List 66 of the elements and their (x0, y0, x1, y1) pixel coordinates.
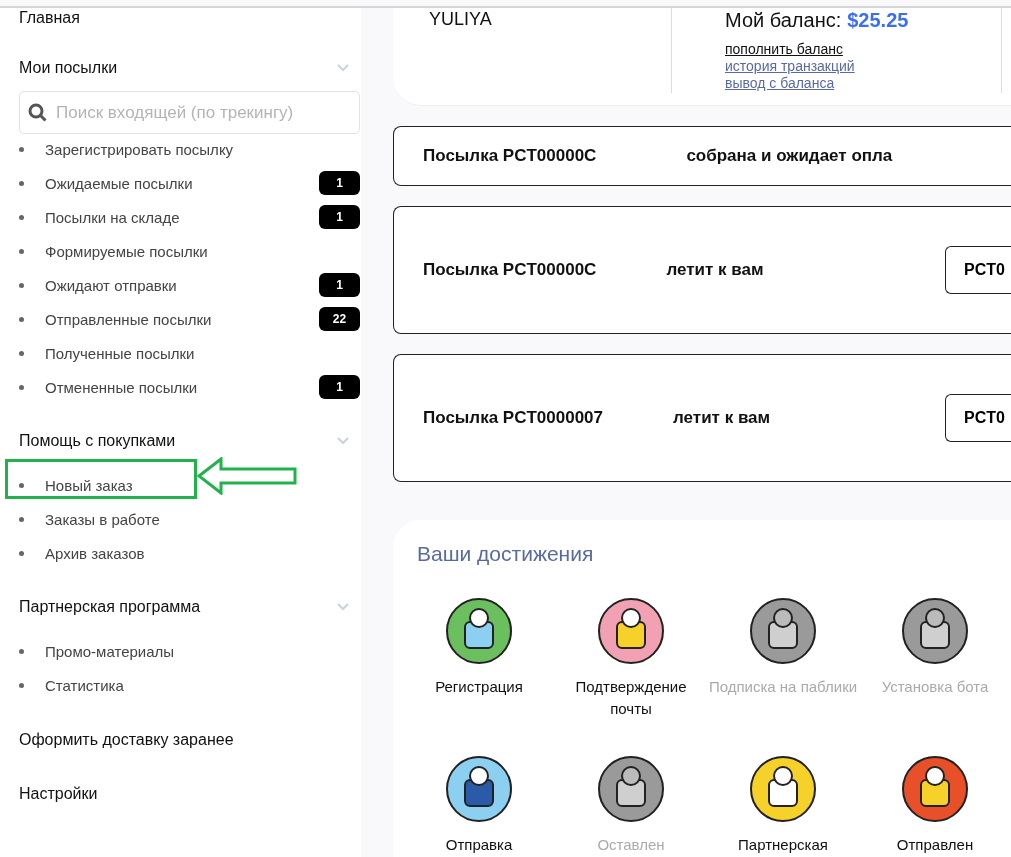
parcel-status: летит к вам (666, 260, 764, 280)
count-badge: 22 (319, 307, 360, 331)
bullet-icon (19, 282, 24, 288)
balance-label: Мой баланс: (725, 8, 842, 32)
section-title[interactable]: Партнерская программа (19, 598, 201, 616)
balance-link[interactable]: история транзакций (725, 58, 1001, 75)
parcel-button[interactable]: PCT0 (945, 394, 1011, 442)
balance-amount: $25.25 (847, 8, 909, 32)
chevron-icon[interactable] (337, 437, 349, 445)
count-badge: 1 (319, 205, 360, 229)
menu-item[interactable]: Формируемые посылки (45, 239, 360, 263)
menu-link[interactable]: Настройки (19, 785, 361, 803)
menu-item[interactable]: Заказы в работе (45, 507, 360, 531)
user-name: YULIYA (428, 8, 493, 31)
achievement-label: Подписка на паблики (708, 677, 858, 697)
search-icon (28, 103, 48, 123)
count-badge: 1 (319, 171, 360, 195)
bullet-icon (19, 180, 24, 186)
balance-link[interactable]: пополнить баланс (725, 41, 1001, 58)
section-title[interactable]: Мои посылки (19, 59, 118, 77)
menu-item[interactable]: Посылки на складе (45, 205, 319, 229)
bullet-icon (19, 316, 24, 322)
home-link[interactable]: Главная (19, 8, 361, 28)
menu-item[interactable]: Статистика (45, 673, 360, 697)
achievement-label: Партнерская (738, 835, 828, 855)
count-badge: 1 (319, 273, 360, 297)
bullet-icon (19, 550, 24, 556)
menu-item[interactable]: Отправленные посылки (45, 307, 319, 331)
menu-link[interactable]: Оформить доставку заранее (19, 731, 361, 749)
parcel-number: Посылка PCT00000C (423, 146, 597, 166)
achievements-title: Ваши достижения (417, 542, 595, 566)
achievement-label: Подтверждение почты (574, 677, 688, 719)
balance-link[interactable]: вывод с баланса (725, 75, 1001, 92)
achievement-label: Регистрация (435, 677, 523, 697)
bullet-icon (19, 682, 24, 688)
count-badge: 1 (319, 375, 360, 399)
parcel-status: летит к вам (673, 408, 771, 428)
achievement-label: Установка бота (881, 677, 989, 697)
menu-item[interactable]: Полученные посылки (45, 341, 360, 365)
section-title[interactable]: Помощь с покупками (19, 432, 176, 450)
menu-item[interactable]: Отмененные посылки (45, 375, 319, 399)
menu-item[interactable]: Зарегистрировать посылку (45, 137, 360, 161)
bullet-icon (19, 482, 24, 488)
arrow-annotation-icon (197, 457, 299, 495)
bullet-icon (19, 648, 24, 654)
parcel-number: Посылка PCT0000007 (423, 408, 604, 428)
chevron-icon[interactable] (337, 64, 349, 72)
menu-item[interactable]: Архив заказов (45, 541, 360, 565)
achievement-label: Оставлен (597, 835, 665, 855)
parcel-number: Посылка PCT00000C (423, 260, 597, 280)
bullet-icon (19, 214, 24, 220)
bullet-icon (19, 146, 24, 152)
menu-item[interactable]: Новый заказ (45, 473, 360, 497)
menu-item[interactable]: Промо-материалы (45, 639, 360, 663)
bullet-icon (19, 384, 24, 390)
menu-item[interactable]: Ожидаемые посылки (45, 171, 319, 195)
bullet-icon (19, 516, 24, 522)
search-field[interactable]: Поиск входящей (по трекингу) (19, 91, 360, 134)
parcel-status: собрана и ожидает опла (686, 146, 893, 166)
bullet-icon (19, 248, 24, 254)
achievement-label: Отправка (445, 835, 513, 855)
menu-item[interactable]: Ожидают отправки (45, 273, 319, 297)
chevron-icon[interactable] (337, 603, 349, 611)
achievement-label: Отправлен (896, 835, 974, 855)
parcel-button[interactable]: PCT0 (945, 246, 1011, 294)
bullet-icon (19, 350, 24, 356)
